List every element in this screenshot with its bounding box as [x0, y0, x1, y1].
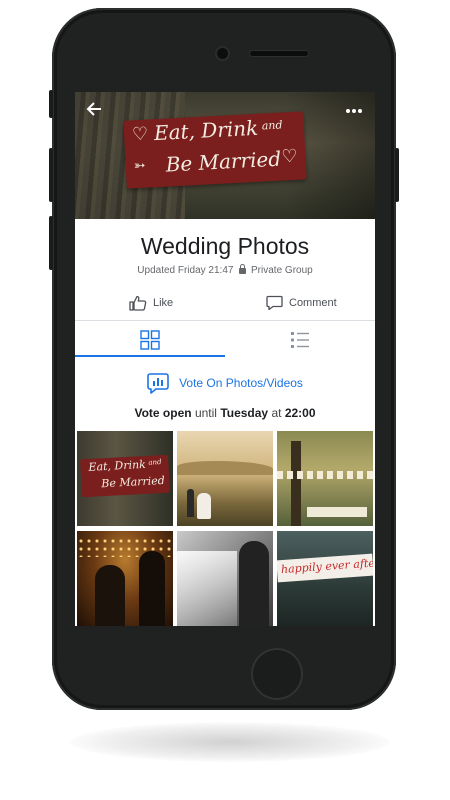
privacy-label: Private Group	[251, 265, 313, 276]
photo-thumbnail-5[interactable]	[177, 531, 273, 626]
sign-and: and	[261, 118, 283, 133]
more-options-icon[interactable]	[345, 98, 363, 119]
photo-3-tables	[307, 507, 367, 517]
photo-thumbnail-2[interactable]	[177, 431, 273, 526]
vote-label: Vote On Photos/Videos	[179, 376, 303, 390]
sign-line-2: Be Married	[165, 146, 282, 177]
group-subtitle: Updated Friday 21:47 Private Group	[75, 264, 375, 276]
volume-down-button	[49, 216, 53, 270]
earpiece-speaker	[250, 51, 308, 56]
photo-6-sign: happily ever after	[277, 553, 373, 583]
sign-arrow-icon: ➳	[133, 157, 146, 175]
sign-heart-icon-2: ♡	[280, 145, 299, 168]
poll-chart-icon	[147, 373, 169, 394]
photo-1-sign: Eat, Drink and Be Married	[80, 454, 170, 498]
photo-2-bride	[197, 493, 211, 519]
mute-switch	[49, 90, 53, 118]
vote-day-text: Tuesday	[220, 406, 269, 420]
photo-1-sign-line-1: Eat, Drink	[88, 457, 147, 474]
photo-5-groom	[239, 541, 269, 626]
photo-2-mountains	[177, 461, 273, 475]
power-button	[395, 148, 399, 202]
list-view-icon	[291, 332, 309, 348]
vote-open-text: Vote open	[134, 406, 192, 420]
tab-list-view[interactable]	[225, 322, 375, 358]
vote-status: Vote open until Tuesday at 22:00	[75, 406, 375, 420]
like-button[interactable]: Like	[129, 293, 173, 313]
photo-thumbnail-4[interactable]	[77, 531, 173, 626]
back-arrow-icon[interactable]	[85, 100, 107, 122]
actions-divider	[75, 320, 375, 321]
photo-1-sign-and: and	[148, 458, 162, 467]
photo-thumbnail-3[interactable]	[277, 431, 373, 526]
group-title: Wedding Photos	[140, 233, 310, 259]
photo-3-garland	[277, 471, 373, 479]
photo-1-sign-line-2: Be Married	[101, 473, 166, 491]
updated-time: Updated Friday 21:47	[137, 265, 234, 276]
photo-thumbnail-1[interactable]: Eat, Drink and Be Married	[77, 431, 173, 526]
phone-shadow	[70, 722, 390, 762]
photo-6-sign-text: happily ever after	[280, 556, 373, 577]
cover-photo: ♡ Eat, Drink and ➳ Be Married ♡	[75, 92, 375, 219]
tab-grid-view[interactable]	[75, 322, 225, 358]
photo-2-groom	[187, 489, 194, 517]
grid-view-icon	[140, 330, 160, 350]
photo-3-tree	[291, 441, 301, 526]
volume-up-button	[49, 148, 53, 202]
cover-sign: ♡ Eat, Drink and ➳ Be Married ♡	[123, 111, 307, 189]
vote-time-text: 22:00	[284, 406, 316, 420]
photo-5-veil	[177, 551, 237, 626]
photo-grid: Eat, Drink and Be Married happily ever a…	[77, 431, 375, 626]
photo-4-person-left	[95, 565, 125, 626]
comment-icon	[266, 295, 283, 311]
home-button[interactable]	[251, 648, 303, 700]
thumbs-up-icon	[129, 295, 147, 311]
vote-until-text: until	[194, 406, 217, 420]
active-tab-indicator	[75, 355, 225, 357]
sign-line-1: Eat, Drink	[153, 115, 259, 146]
like-label: Like	[153, 297, 174, 309]
comment-button[interactable]: Comment	[266, 293, 337, 313]
comment-label: Comment	[289, 297, 337, 309]
photo-4-person-right	[139, 551, 165, 626]
vote-at-text: at	[271, 406, 282, 420]
photo-thumbnail-6[interactable]: happily ever after	[277, 531, 373, 626]
front-camera	[217, 48, 228, 59]
lock-icon	[239, 264, 247, 274]
vote-link[interactable]: Vote On Photos/Videos	[75, 372, 375, 394]
sign-heart-icon: ♡	[131, 123, 149, 146]
app-screen: ♡ Eat, Drink and ➳ Be Married ♡ Wedding …	[75, 92, 375, 626]
